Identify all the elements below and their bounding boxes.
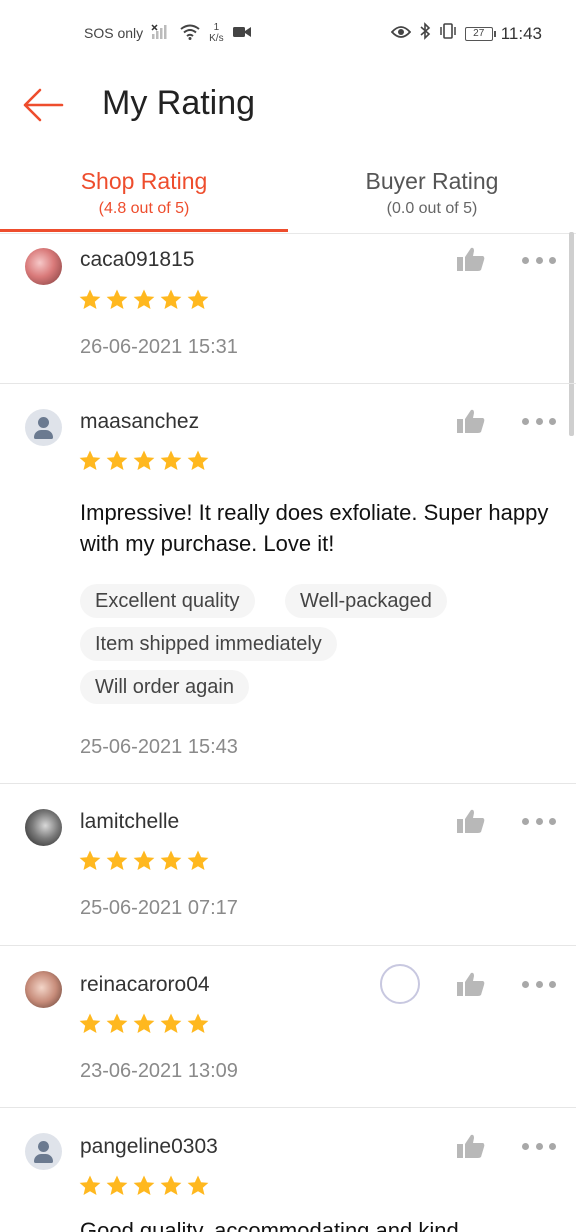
review-item: reinacaroro04 23-06-2021 13:09 xyxy=(0,946,576,1108)
star-icon xyxy=(79,1175,101,1195)
thumbs-up-icon xyxy=(457,409,485,433)
star-icon xyxy=(133,1013,155,1033)
tab-shop-rating[interactable]: Shop Rating (4.8 out of 5) xyxy=(0,156,288,232)
star-icon xyxy=(133,1175,155,1195)
review-date: 25-06-2021 15:43 xyxy=(80,736,238,758)
review-comment: Impressive! It really does exfoliate. Su… xyxy=(80,500,549,556)
rating-tabs: Shop Rating (4.8 out of 5) Buyer Rating … xyxy=(0,156,576,234)
avatar[interactable] xyxy=(25,409,62,446)
star-icon xyxy=(160,289,182,309)
username: pangeline0303 xyxy=(80,1135,218,1158)
username: caca091815 xyxy=(80,248,195,271)
review-tag: Well-packaged xyxy=(285,584,447,618)
star-icon xyxy=(106,850,128,870)
star-icon xyxy=(79,450,101,470)
star-rating xyxy=(78,288,210,312)
tab-score: (0.0 out of 5) xyxy=(386,200,478,217)
review-item: pangeline0303 xyxy=(0,1108,576,1232)
review-item: lamitchelle 25-06-2021 07:17 xyxy=(0,784,576,946)
eye-icon xyxy=(390,24,411,44)
star-icon xyxy=(187,1175,209,1195)
page-title: My Rating xyxy=(102,84,256,122)
avatar[interactable] xyxy=(25,809,62,846)
wifi-icon xyxy=(179,24,201,43)
status-bar: SOS only 1 K/s 27 11:43 xyxy=(0,0,576,66)
review-tag: Will order again xyxy=(80,670,249,704)
star-icon xyxy=(79,289,101,309)
thumbs-up-icon xyxy=(457,809,485,833)
more-options-button[interactable] xyxy=(522,815,556,827)
header: My Rating xyxy=(0,66,576,146)
review-item: caca091815 26-06-2021 15:31 xyxy=(0,234,576,384)
like-button[interactable] xyxy=(456,808,486,834)
arrow-left-icon xyxy=(23,88,64,122)
star-rating xyxy=(78,449,210,473)
username: maasanchez xyxy=(80,410,200,433)
tab-score: (4.8 out of 5) xyxy=(98,200,190,217)
star-icon xyxy=(187,289,209,309)
bluetooth-icon xyxy=(419,22,431,45)
battery-icon: 27 xyxy=(464,26,496,41)
carrier-text: SOS only xyxy=(84,25,144,41)
star-icon xyxy=(160,1175,182,1195)
star-icon xyxy=(133,289,155,309)
speed-value: 1 xyxy=(213,22,220,33)
avatar[interactable] xyxy=(25,1133,62,1170)
like-button[interactable] xyxy=(456,246,486,272)
review-tag: Excellent quality xyxy=(80,584,255,618)
thumbs-up-icon xyxy=(457,972,485,996)
star-icon xyxy=(187,850,209,870)
signal-icon xyxy=(151,23,171,43)
star-icon xyxy=(160,850,182,870)
more-options-button[interactable] xyxy=(522,415,556,427)
speed-unit: K/s xyxy=(209,33,224,44)
status-left: SOS only 1 K/s xyxy=(84,22,252,44)
more-options-button[interactable] xyxy=(522,254,556,266)
star-rating xyxy=(78,1174,210,1198)
star-icon xyxy=(133,850,155,870)
star-icon xyxy=(79,1013,101,1033)
review-comment: Good quality, accommodating and kind xyxy=(80,1218,459,1232)
tab-label: Shop Rating xyxy=(80,168,208,194)
avatar[interactable] xyxy=(25,971,62,1008)
touch-indicator xyxy=(380,964,420,1004)
like-button[interactable] xyxy=(456,971,486,997)
star-icon xyxy=(187,1013,209,1033)
star-icon xyxy=(187,450,209,470)
vibrate-icon xyxy=(439,22,457,45)
more-options-button[interactable] xyxy=(522,1140,556,1152)
review-item: maasanchez Impressive! It really does ex… xyxy=(0,384,576,784)
star-rating xyxy=(78,1012,210,1036)
star-icon xyxy=(106,289,128,309)
video-icon xyxy=(232,25,252,42)
username: lamitchelle xyxy=(80,810,180,833)
clock: 11:43 xyxy=(500,23,542,43)
avatar[interactable] xyxy=(25,248,62,285)
back-button[interactable] xyxy=(22,86,66,124)
like-button[interactable] xyxy=(456,408,486,434)
star-icon xyxy=(79,850,101,870)
star-icon xyxy=(106,1013,128,1033)
star-icon xyxy=(133,450,155,470)
status-right: 27 11:43 xyxy=(390,22,542,45)
network-speed: 1 K/s xyxy=(209,22,223,44)
star-icon xyxy=(106,1175,128,1195)
review-date: 26-06-2021 15:31 xyxy=(80,336,238,358)
star-icon xyxy=(160,450,182,470)
thumbs-up-icon xyxy=(457,1134,485,1158)
star-icon xyxy=(160,1013,182,1033)
review-date: 25-06-2021 07:17 xyxy=(80,897,238,919)
like-button[interactable] xyxy=(456,1133,486,1159)
tab-label: Buyer Rating xyxy=(365,168,499,194)
thumbs-up-icon xyxy=(457,247,485,271)
more-options-button[interactable] xyxy=(522,978,556,990)
review-date: 23-06-2021 13:09 xyxy=(80,1060,238,1082)
review-tag: Item shipped immediately xyxy=(80,627,337,661)
star-icon xyxy=(106,450,128,470)
star-rating xyxy=(78,849,210,873)
tab-buyer-rating[interactable]: Buyer Rating (0.0 out of 5) xyxy=(288,156,576,232)
username: reinacaroro04 xyxy=(80,973,210,996)
